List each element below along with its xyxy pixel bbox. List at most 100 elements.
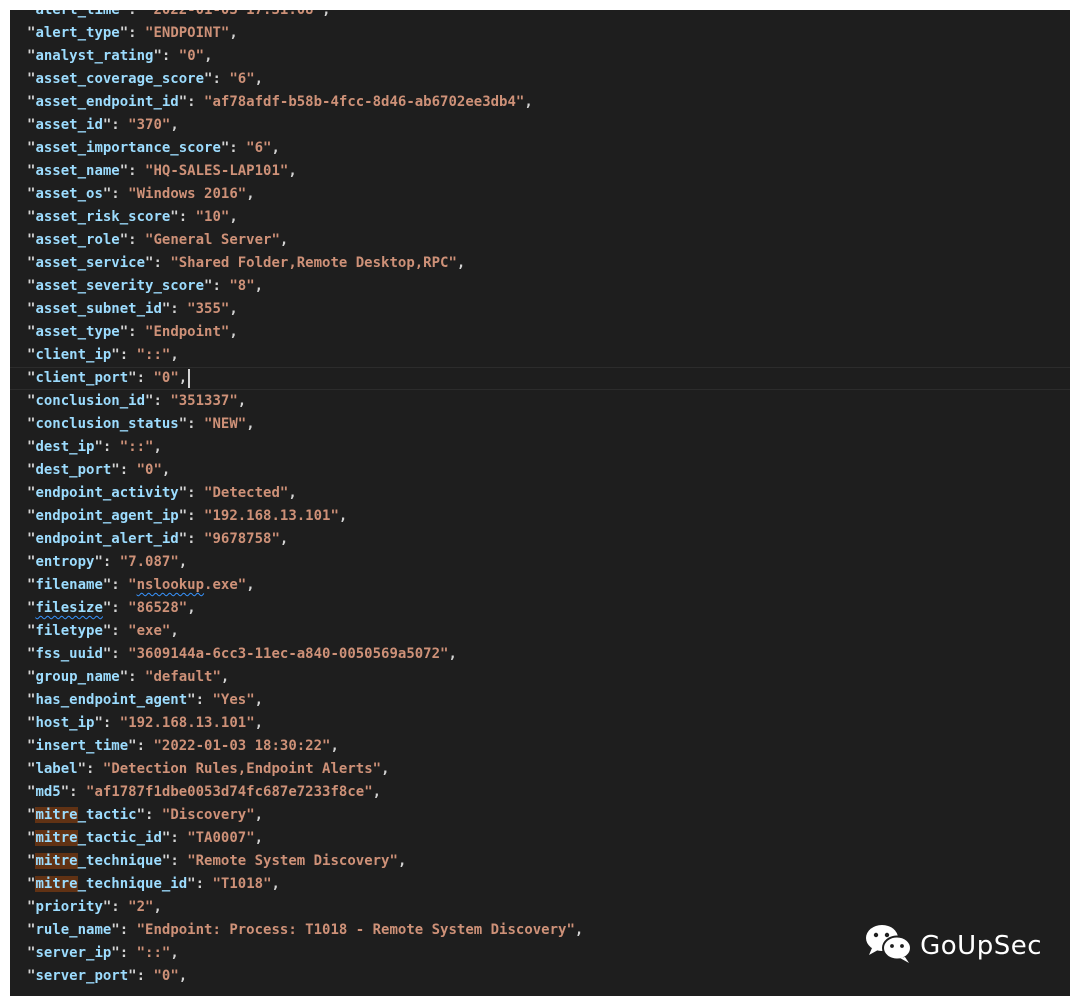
json-key: asset_endpoint_id: [35, 94, 179, 110]
json-key: group_name: [35, 669, 120, 685]
quote: ": [128, 186, 137, 202]
punctuation: ,: [288, 485, 297, 501]
punctuation: ":: [178, 416, 205, 432]
json-value: Detected: [212, 485, 280, 501]
json-value: Endpoint: Process: T1018 - Remote System…: [145, 922, 567, 938]
json-value: 351337: [178, 393, 230, 409]
punctuation: ,: [254, 692, 264, 708]
code-line[interactable]: "asset_subnet_id": "355",: [27, 298, 1067, 321]
quote: ": [153, 370, 162, 386]
code-line[interactable]: "mitre_tactic_id": "TA0007",: [27, 827, 1067, 850]
punctuation: ,: [170, 623, 179, 639]
json-value: Remote System Discovery: [195, 853, 390, 869]
code-line[interactable]: "has_endpoint_agent": "Yes",: [27, 689, 1067, 712]
code-line[interactable]: "group_name": "default",: [27, 666, 1067, 689]
punctuation: ,: [178, 554, 188, 570]
code-line[interactable]: "entropy": "7.087",: [27, 551, 1067, 574]
code-line[interactable]: "endpoint_agent_ip": "192.168.13.101",: [27, 505, 1067, 528]
punctuation: ,: [271, 140, 280, 156]
code-line[interactable]: "conclusion_id": "351337",: [27, 390, 1067, 413]
wechat-icon: [864, 921, 914, 970]
punctuation: ":: [94, 439, 120, 455]
punctuation: ":: [204, 71, 230, 87]
json-key: dest_ip: [35, 439, 95, 455]
quote: ": [364, 784, 373, 800]
code-line[interactable]: "dest_ip": "::",: [27, 436, 1067, 459]
json-key: client_ip: [35, 347, 112, 363]
code-line[interactable]: "md5": "af1787f1dbe0053d74fc687e7233f8ce…: [27, 781, 1067, 804]
quote: ": [128, 646, 137, 662]
code-line[interactable]: "asset_coverage_score": "6",: [27, 68, 1067, 91]
code-line[interactable]: "insert_time": "2022-01-03 18:30:22",: [27, 735, 1067, 758]
punctuation: ,: [161, 462, 171, 478]
code-line[interactable]: "mitre_tactic": "Discovery",: [27, 804, 1067, 827]
code-line[interactable]: "mitre_technique_id": "T1018",: [27, 873, 1067, 896]
code-line[interactable]: "client_port": "0",: [10, 367, 1070, 390]
json-document[interactable]: "alert_time": "2022-01-03 17:31:08", "ale…: [10, 10, 1070, 988]
json-value: ENDPOINT: [153, 25, 221, 41]
punctuation: ,: [456, 255, 466, 271]
punctuation: ,: [204, 48, 213, 64]
code-line[interactable]: "priority": "2",: [27, 896, 1067, 919]
json-value: nslookup.exe: [136, 577, 238, 593]
punctuation: ,: [254, 715, 264, 731]
code-editor[interactable]: "alert_time": "2022-01-03 17:31:08", "ale…: [10, 10, 1070, 996]
code-line[interactable]: "asset_id": "370",: [27, 114, 1067, 137]
quote: ": [178, 48, 188, 64]
code-line[interactable]: "asset_severity_score": "8",: [27, 275, 1067, 298]
code-line[interactable]: "conclusion_status": "NEW",: [27, 413, 1067, 436]
code-line[interactable]: "asset_name": "HQ-SALES-LAP101",: [27, 160, 1067, 183]
punctuation: ,: [288, 163, 297, 179]
code-line[interactable]: "alert_time": "2022-01-03 17:31:08",: [27, 10, 1067, 22]
quote: ": [246, 71, 255, 87]
code-line[interactable]: "fss_uuid": "3609144a-6cc3-11ec-a840-005…: [27, 643, 1067, 666]
punctuation: ,: [330, 738, 339, 754]
json-key: endpoint_alert_id: [35, 531, 179, 547]
quote: ": [170, 370, 179, 386]
search-match: mitre: [35, 830, 78, 846]
punctuation: ":: [187, 876, 213, 892]
punctuation: ,: [178, 370, 188, 386]
punctuation: ,: [397, 853, 407, 869]
code-line[interactable]: "asset_role": "General Server",: [27, 229, 1067, 252]
code-line[interactable]: "asset_importance_score": "6",: [27, 137, 1067, 160]
json-value: ::: [145, 945, 162, 961]
punctuation: ":: [161, 853, 188, 869]
punctuation: ,: [448, 646, 457, 662]
punctuation: ":: [128, 738, 154, 754]
code-line[interactable]: "analyst_rating": "0",: [27, 45, 1067, 68]
code-line[interactable]: "client_ip": "::",: [27, 344, 1067, 367]
quote: ": [153, 462, 162, 478]
quote: ": [566, 922, 575, 938]
code-line[interactable]: "alert_type": "ENDPOINT",: [27, 22, 1067, 45]
code-line[interactable]: "filename": "nslookup.exe",: [27, 574, 1067, 597]
quote: ": [246, 807, 255, 823]
json-key: alert_time: [35, 10, 120, 18]
quote: ": [170, 968, 179, 984]
punctuation: ,: [524, 94, 533, 110]
code-line[interactable]: "filetype": "exe",: [27, 620, 1067, 643]
code-line[interactable]: "asset_risk_score": "10",: [27, 206, 1067, 229]
code-line[interactable]: "asset_os": "Windows 2016",: [27, 183, 1067, 206]
json-value: Endpoint: [153, 324, 221, 340]
quote: ": [212, 876, 221, 892]
code-line[interactable]: "label": "Detection Rules,Endpoint Alert…: [27, 758, 1067, 781]
quote: ": [153, 738, 162, 754]
code-line[interactable]: " mitre_technique": "Remote System Discov…: [27, 850, 1067, 873]
punctuation: ":: [187, 692, 213, 708]
punctuation: ":: [102, 646, 129, 662]
json-key: dest_port: [35, 462, 112, 478]
json-key: asset_risk_score: [35, 209, 171, 225]
code-line[interactable]: "filesize": "86528",: [27, 597, 1067, 620]
code-line[interactable]: "host_ip": "192.168.13.101",: [27, 712, 1067, 735]
code-line[interactable]: "endpoint_activity": "Detected",: [27, 482, 1067, 505]
code-line[interactable]: " asset_service": "Shared Folder,Remote D…: [27, 252, 1067, 275]
code-line[interactable]: "endpoint_alert_id": "9678758",: [27, 528, 1067, 551]
json-key: analyst_rating: [35, 48, 154, 64]
quote: ": [246, 692, 255, 708]
code-line[interactable]: "dest_port": "0",: [27, 459, 1067, 482]
code-line[interactable]: "asset_endpoint_id": "af78afdf-b58b-4fcc…: [27, 91, 1067, 114]
quote: ": [448, 255, 457, 271]
punctuation: ":: [119, 324, 146, 340]
code-line[interactable]: "asset_type": "Endpoint",: [27, 321, 1067, 344]
